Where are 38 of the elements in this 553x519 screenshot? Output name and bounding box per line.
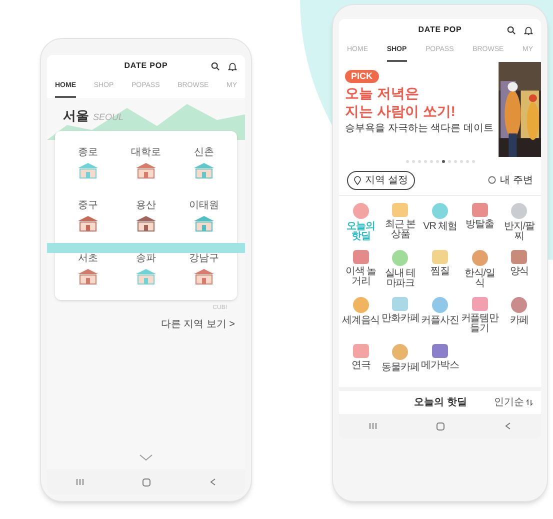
category-item[interactable]: 메가박스: [420, 342, 460, 387]
district-label[interactable]: 용산: [136, 198, 156, 213]
app-title: DATE POP: [124, 60, 168, 72]
nearby-button[interactable]: 내 주변: [488, 172, 533, 188]
category-item[interactable]: 실내 테마파크: [380, 248, 420, 293]
section-title: 오늘의 핫딜: [414, 396, 467, 410]
district-label[interactable]: 송파: [136, 251, 156, 266]
category-item[interactable]: 만화카페: [380, 296, 420, 340]
category-item[interactable]: 세계음식: [341, 296, 381, 340]
banner-subtitle: 승부욕을 자극하는 색다른 데이트: [345, 122, 494, 136]
category-item[interactable]: 양식: [499, 248, 539, 293]
banner-title: 지는 사람이 쏘기!: [345, 103, 456, 119]
category-item[interactable]: 동물카페: [380, 342, 420, 387]
district-label[interactable]: 종로: [78, 145, 98, 160]
category-item[interactable]: 반지/팔찌: [499, 202, 539, 246]
district-label[interactable]: 대학로: [131, 145, 161, 160]
category-item[interactable]: 연극: [341, 342, 381, 387]
district-label[interactable]: 서초: [78, 251, 98, 266]
app-title: DATE POP: [418, 24, 462, 36]
banner-title: 오늘 저녁은: [345, 85, 419, 101]
more-regions-link[interactable]: 다른 지역 보기 >: [160, 317, 235, 332]
district-label[interactable]: 강남구: [189, 251, 219, 266]
district-label[interactable]: 중구: [78, 198, 98, 213]
district-label[interactable]: 이태원: [189, 198, 219, 213]
category-item[interactable]: 카페: [499, 296, 539, 340]
category-item[interactable]: 한식/일식: [460, 248, 500, 293]
category-item[interactable]: VR 체험: [420, 202, 460, 246]
category-item[interactable]: 이색 놀거리: [341, 248, 381, 293]
category-item[interactable]: 방탈출: [460, 202, 500, 246]
sort-button[interactable]: 인기순: [494, 394, 533, 410]
city-name: 서울: [63, 106, 89, 124]
category-item[interactable]: 커플사진: [420, 296, 460, 340]
location-button[interactable]: 지역 설정: [347, 170, 415, 190]
category-item[interactable]: 최근 본 상품: [380, 202, 420, 246]
category-item[interactable]: 찜질: [420, 248, 460, 293]
category-item[interactable]: 커플템만들기: [460, 296, 500, 340]
city-subtitle: SEOUL: [93, 110, 124, 124]
district-label[interactable]: 신촌: [194, 145, 214, 160]
